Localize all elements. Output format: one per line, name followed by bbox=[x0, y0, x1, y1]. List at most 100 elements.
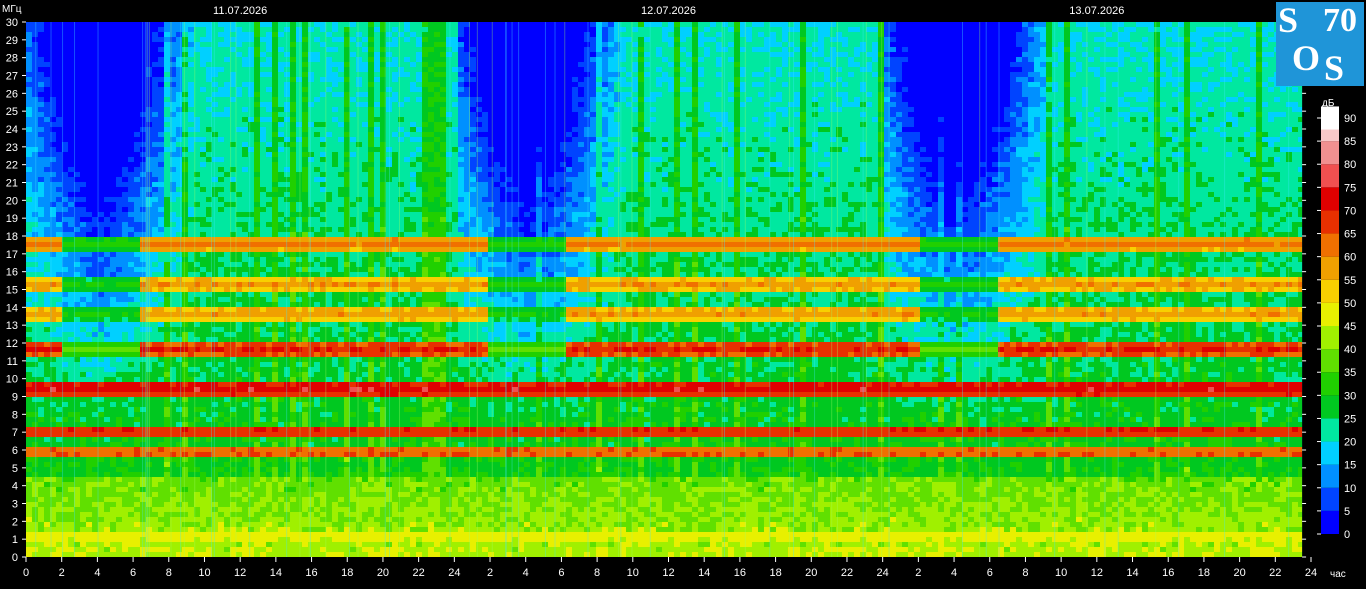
date-label: 11.07.2026 bbox=[213, 5, 267, 17]
x-tick-label: 8 bbox=[594, 567, 600, 579]
x-tick-label: 20 bbox=[1233, 567, 1245, 579]
y-tick-label: 17 bbox=[6, 249, 18, 261]
colorbar-swatch bbox=[1321, 279, 1339, 303]
y-tick-label: 3 bbox=[12, 499, 18, 511]
y-tick-label: 28 bbox=[6, 53, 18, 65]
colorbar-tick-label: 75 bbox=[1344, 182, 1356, 194]
y-tick-label: 0 bbox=[12, 552, 18, 564]
logo-letter: S bbox=[1324, 50, 1344, 86]
y-tick-label: 9 bbox=[12, 392, 18, 404]
colorbar-tick-label: 70 bbox=[1344, 205, 1356, 217]
x-tick-label: 12 bbox=[234, 567, 246, 579]
colorbar-tick-label: 15 bbox=[1344, 460, 1356, 472]
x-tick-label: 22 bbox=[841, 567, 853, 579]
logo-letter: 7 bbox=[1323, 4, 1340, 38]
x-tick-label: 10 bbox=[1055, 567, 1067, 579]
y-tick-label: 19 bbox=[6, 213, 18, 225]
x-tick-label: 24 bbox=[1305, 567, 1317, 579]
x-tick-label: 12 bbox=[1091, 567, 1103, 579]
x-tick-label: 14 bbox=[1126, 567, 1138, 579]
y-tick-label: 20 bbox=[6, 195, 18, 207]
y-tick-label: 27 bbox=[6, 71, 18, 83]
colorbar-swatch bbox=[1321, 164, 1339, 188]
x-tick-label: 14 bbox=[698, 567, 710, 579]
y-tick-label: 16 bbox=[6, 267, 18, 279]
colorbar-swatch bbox=[1321, 510, 1339, 534]
colorbar-tick-label: 30 bbox=[1344, 390, 1356, 402]
y-tick-label: 8 bbox=[12, 409, 18, 421]
colorbar-tick-label: 35 bbox=[1344, 367, 1356, 379]
logo-letter: 0 bbox=[1340, 4, 1357, 38]
logo-letter: S bbox=[1278, 2, 1298, 38]
date-label: 12.07.2026 bbox=[641, 5, 696, 17]
colorbar-tick-label: 25 bbox=[1344, 413, 1356, 425]
colorbar-swatch bbox=[1321, 395, 1339, 419]
y-tick-label: 12 bbox=[6, 338, 18, 350]
colorbar-tick-label: 10 bbox=[1344, 483, 1356, 495]
x-tick-label: 4 bbox=[94, 567, 100, 579]
colorbar-swatch bbox=[1321, 187, 1339, 211]
colorbar-swatch bbox=[1321, 141, 1339, 165]
x-tick-label: 4 bbox=[523, 567, 529, 579]
y-tick-label: 29 bbox=[6, 35, 18, 47]
colorbar-swatch bbox=[1321, 233, 1339, 257]
colorbar-swatch bbox=[1321, 210, 1339, 234]
y-tick-label: 18 bbox=[6, 231, 18, 243]
x-tick-label: 14 bbox=[270, 567, 282, 579]
y-tick-label: 14 bbox=[6, 302, 18, 314]
colorbar-swatch bbox=[1321, 487, 1339, 511]
logo-letter: O bbox=[1292, 40, 1320, 76]
colorbar-tick-label: 80 bbox=[1344, 159, 1356, 171]
y-tick-label: 5 bbox=[12, 463, 18, 475]
x-tick-label: 6 bbox=[987, 567, 993, 579]
x-tick-label: 24 bbox=[877, 567, 889, 579]
y-tick-label: 30 bbox=[6, 17, 18, 29]
x-tick-label: 2 bbox=[915, 567, 921, 579]
date-label: 13.07.2026 bbox=[1069, 5, 1124, 17]
colorbar-swatch bbox=[1321, 256, 1339, 280]
y-tick-label: 26 bbox=[6, 88, 18, 100]
x-tick-label: 20 bbox=[805, 567, 817, 579]
y-tick-label: 10 bbox=[6, 374, 18, 386]
colorbar-tick-label: 5 bbox=[1344, 506, 1350, 518]
x-tick-label: 0 bbox=[23, 567, 29, 579]
x-tick-label: 8 bbox=[166, 567, 172, 579]
x-tick-label: 16 bbox=[1162, 567, 1174, 579]
x-tick-label: 20 bbox=[377, 567, 389, 579]
x-tick-label: 24 bbox=[448, 567, 460, 579]
y-tick-label: 7 bbox=[12, 427, 18, 439]
y-tick-label: 4 bbox=[12, 481, 18, 493]
colorbar-swatch bbox=[1321, 326, 1339, 350]
spectrogram-plot-area bbox=[26, 22, 1303, 557]
colorbar-swatch bbox=[1321, 418, 1339, 442]
x-tick-label: 22 bbox=[1269, 567, 1281, 579]
x-tick-label: 16 bbox=[734, 567, 746, 579]
colorbar-tick-label: 50 bbox=[1344, 298, 1356, 310]
colorbar-tick-label: 60 bbox=[1344, 252, 1356, 264]
y-tick-label: 11 bbox=[7, 356, 18, 368]
x-tick-label: 8 bbox=[1022, 567, 1028, 579]
x-axis-label: час bbox=[1330, 569, 1346, 580]
x-tick-label: 10 bbox=[198, 567, 210, 579]
colorbar-tick-label: 90 bbox=[1344, 113, 1356, 125]
x-tick-label: 2 bbox=[487, 567, 493, 579]
x-tick-label: 2 bbox=[59, 567, 65, 579]
colorbar-tick-label: 0 bbox=[1344, 529, 1350, 541]
colorbar-swatch bbox=[1321, 441, 1339, 465]
colorbar-tick-label: 65 bbox=[1344, 229, 1356, 241]
colorbar-tick-label: 85 bbox=[1344, 136, 1356, 148]
x-tick-label: 18 bbox=[341, 567, 353, 579]
y-tick-label: 2 bbox=[12, 516, 18, 528]
y-tick-label: 25 bbox=[6, 106, 18, 118]
colorbar-tick-label: 40 bbox=[1344, 344, 1356, 356]
colorbar-swatch bbox=[1321, 302, 1339, 326]
colorbar-swatch bbox=[1321, 372, 1339, 396]
y-tick-label: 15 bbox=[6, 285, 18, 297]
y-tick-label: 6 bbox=[12, 445, 18, 457]
y-tick-label: 1 bbox=[12, 534, 18, 546]
colorbar-tick-label: 55 bbox=[1344, 275, 1356, 287]
x-tick-label: 18 bbox=[769, 567, 781, 579]
y-tick-label: 23 bbox=[6, 142, 18, 154]
y-tick-label: 24 bbox=[6, 124, 18, 136]
y-tick-label: 21 bbox=[6, 178, 18, 190]
